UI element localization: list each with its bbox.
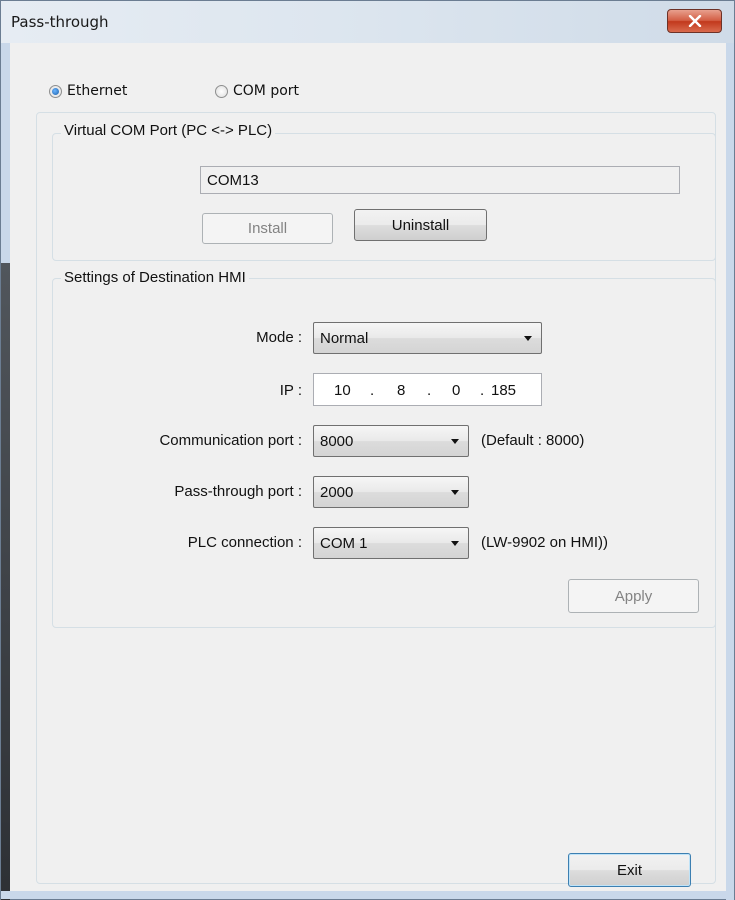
right-frame <box>726 43 734 900</box>
install-button[interactable]: Install <box>202 213 333 244</box>
radio-ethernet[interactable]: Ethernet <box>49 83 127 99</box>
chevron-down-icon <box>524 336 532 341</box>
communication-port-label: Communication port : <box>159 432 302 449</box>
close-x-icon <box>688 15 701 27</box>
ip-label: IP : <box>279 382 302 399</box>
radio-ethernet-label: Ethernet <box>67 83 128 99</box>
ip-octet-2: 8 <box>397 382 406 399</box>
chevron-down-icon <box>451 541 459 546</box>
chevron-down-icon <box>451 490 459 495</box>
radio-com-port-label: COM port <box>233 83 300 99</box>
mode-select-value: Normal <box>320 329 369 347</box>
destination-hmi-group-title: Settings of Destination HMI <box>61 269 249 286</box>
virtual-com-group-title: Virtual COM Port (PC <-> PLC) <box>61 122 276 139</box>
close-button[interactable] <box>667 9 722 33</box>
window-title: Pass-through <box>11 13 109 31</box>
dialog-client-area: Ethernet COM port Virtual COM Port (PC <… <box>10 43 726 891</box>
communication-port-value: 8000 <box>320 432 354 450</box>
virtual-com-port-field[interactable]: COM13 <box>200 166 680 194</box>
ip-dot-1: . <box>370 382 375 399</box>
mode-label: Mode : <box>256 329 302 346</box>
ip-octet-3: 0 <box>452 382 461 399</box>
ip-dot-3: . <box>480 382 485 399</box>
ip-octet-1: 10 <box>334 382 351 399</box>
pass-through-window: Pass-through Ethernet COM port Virtual C… <box>0 0 735 900</box>
plc-connection-hint: (LW-9902 on HMI)) <box>481 534 608 551</box>
mode-select[interactable]: Normal <box>313 322 542 354</box>
exit-button[interactable]: Exit <box>568 853 691 887</box>
left-frame <box>1 43 10 900</box>
radio-com-port[interactable]: COM port <box>215 83 299 99</box>
title-bar[interactable]: Pass-through <box>1 1 734 43</box>
radio-ethernet-indicator[interactable] <box>49 84 62 98</box>
ip-octet-4: 185 <box>491 382 517 399</box>
ip-address-field[interactable]: 10 . 8 . 0 . 185 <box>313 373 542 406</box>
apply-button[interactable]: Apply <box>568 579 699 613</box>
communication-port-hint: (Default : 8000) <box>481 432 585 449</box>
radio-com-port-indicator[interactable] <box>215 84 228 98</box>
chevron-down-icon <box>451 439 459 444</box>
pass-through-port-value: 2000 <box>320 483 354 501</box>
plc-connection-select[interactable]: COM 1 <box>313 527 469 559</box>
pass-through-port-label: Pass-through port : <box>174 483 302 500</box>
pass-through-port-select[interactable]: 2000 <box>313 476 469 508</box>
plc-connection-value: COM 1 <box>320 534 368 552</box>
ip-dot-2: . <box>427 382 432 399</box>
plc-connection-label: PLC connection : <box>187 534 302 551</box>
communication-port-select[interactable]: 8000 <box>313 425 469 457</box>
virtual-com-group: Virtual COM Port (PC <-> PLC) <box>52 122 716 261</box>
uninstall-button[interactable]: Uninstall <box>354 209 487 241</box>
bottom-frame <box>1 891 734 899</box>
